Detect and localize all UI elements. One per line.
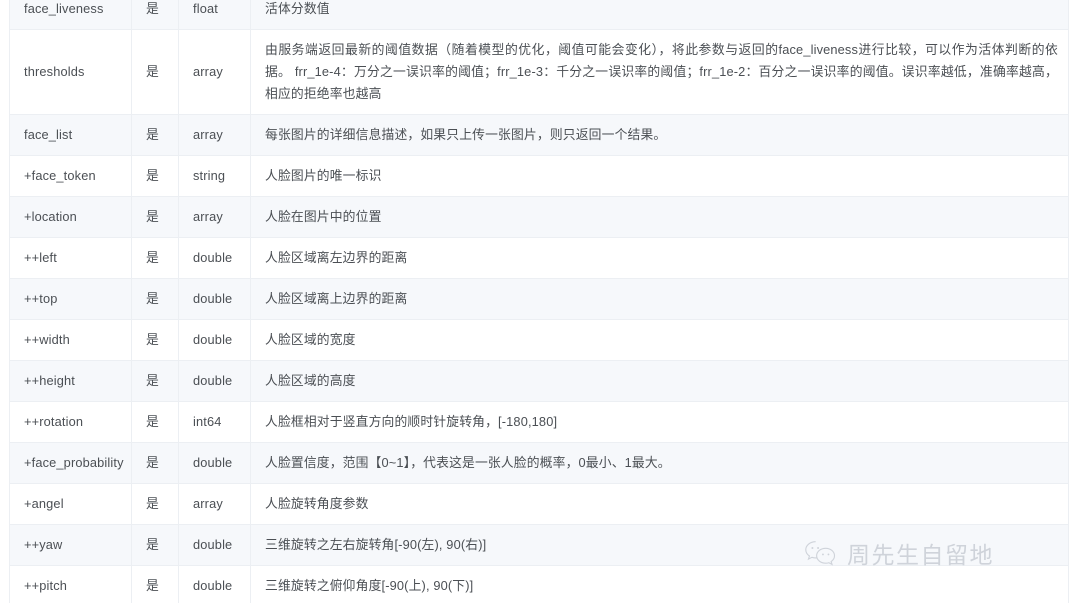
cell-desc: 人脸在图片中的位置 <box>250 196 1069 238</box>
cell-required: 是 <box>131 483 179 525</box>
cell-name: face_list <box>9 114 132 156</box>
cell-type: float <box>178 0 251 30</box>
cell-name: +face_probability <box>9 442 132 484</box>
cell-type: double <box>178 360 251 402</box>
cell-desc: 人脸区域离左边界的距离 <box>250 237 1069 279</box>
cell-required: 是 <box>131 0 179 30</box>
cell-required: 是 <box>131 114 179 156</box>
table-row: thresholds 是 array 由服务端返回最新的阈值数据（随着模型的优化，阈值… <box>9 29 1069 115</box>
cell-name: ++width <box>9 319 132 361</box>
cell-name: face_liveness <box>9 0 132 30</box>
table-row: ++rotation 是 int64 人脸框相对于竖直方向的顺时针旋转角，[-180,… <box>9 401 1069 443</box>
table-row: ++yaw 是 double 三维旋转之左右旋转角[-90(左), 90(右)] <box>9 524 1069 566</box>
cell-desc: 人脸区域的高度 <box>250 360 1069 402</box>
screenshot-root: face_liveness 是 float 活体分数值 thresholds 是 array… <box>0 0 1080 603</box>
cell-required: 是 <box>131 319 179 361</box>
cell-desc: 人脸图片的唯一标识 <box>250 155 1069 197</box>
cell-required: 是 <box>131 360 179 402</box>
cell-desc: 活体分数值 <box>250 0 1069 30</box>
table-row: ++pitch 是 double 三维旋转之俯仰角度[-90(上), 90(下)] <box>9 565 1069 603</box>
table-row: +face_token 是 string 人脸图片的唯一标识 <box>9 155 1069 197</box>
cell-type: double <box>178 237 251 279</box>
cell-required: 是 <box>131 237 179 279</box>
cell-name: ++left <box>9 237 132 279</box>
cell-desc: 三维旋转之左右旋转角[-90(左), 90(右)] <box>250 524 1069 566</box>
table-row: +location 是 array 人脸在图片中的位置 <box>9 196 1069 238</box>
cell-type: double <box>178 524 251 566</box>
cell-desc: 三维旋转之俯仰角度[-90(上), 90(下)] <box>250 565 1069 603</box>
cell-type: array <box>178 29 251 115</box>
parameter-table-body: face_liveness 是 float 活体分数值 thresholds 是 array… <box>9 0 1069 603</box>
table-row: ++height 是 double 人脸区域的高度 <box>9 360 1069 402</box>
cell-required: 是 <box>131 196 179 238</box>
cell-desc: 由服务端返回最新的阈值数据（随着模型的优化，阈值可能会变化），将此参数与返回的f… <box>250 29 1069 115</box>
cell-name: ++yaw <box>9 524 132 566</box>
cell-type: double <box>178 319 251 361</box>
cell-type: double <box>178 278 251 320</box>
cell-desc: 人脸框相对于竖直方向的顺时针旋转角，[-180,180] <box>250 401 1069 443</box>
cell-desc: 人脸置信度，范围【0~1】，代表这是一张人脸的概率，0最小、1最大。 <box>250 442 1069 484</box>
cell-name: +face_token <box>9 155 132 197</box>
cell-name: ++pitch <box>9 565 132 603</box>
table-row: face_list 是 array 每张图片的详细信息描述，如果只上传一张图片，则只返… <box>9 114 1069 156</box>
cell-name: ++rotation <box>9 401 132 443</box>
table-row: +face_probability 是 double 人脸置信度，范围【0~1】，代表… <box>9 442 1069 484</box>
table-row: ++top 是 double 人脸区域离上边界的距离 <box>9 278 1069 320</box>
cell-type: string <box>178 155 251 197</box>
cell-required: 是 <box>131 155 179 197</box>
cell-type: double <box>178 442 251 484</box>
parameter-table-container: face_liveness 是 float 活体分数值 thresholds 是 array… <box>9 0 1069 603</box>
cell-required: 是 <box>131 524 179 566</box>
cell-desc: 人脸区域离上边界的距离 <box>250 278 1069 320</box>
cell-name: ++height <box>9 360 132 402</box>
cell-required: 是 <box>131 565 179 603</box>
table-row: +angel 是 array 人脸旋转角度参数 <box>9 483 1069 525</box>
cell-required: 是 <box>131 442 179 484</box>
table-row: ++left 是 double 人脸区域离左边界的距离 <box>9 237 1069 279</box>
cell-name: thresholds <box>9 29 132 115</box>
cell-required: 是 <box>131 278 179 320</box>
cell-name: +angel <box>9 483 132 525</box>
cell-type: int64 <box>178 401 251 443</box>
table-row: face_liveness 是 float 活体分数值 <box>9 0 1069 30</box>
cell-name: ++top <box>9 278 132 320</box>
cell-type: array <box>178 483 251 525</box>
table-row: ++width 是 double 人脸区域的宽度 <box>9 319 1069 361</box>
cell-desc: 人脸区域的宽度 <box>250 319 1069 361</box>
parameter-table: face_liveness 是 float 活体分数值 thresholds 是 array… <box>9 0 1069 603</box>
cell-type: double <box>178 565 251 603</box>
cell-desc: 每张图片的详细信息描述，如果只上传一张图片，则只返回一个结果。 <box>250 114 1069 156</box>
cell-type: array <box>178 114 251 156</box>
cell-required: 是 <box>131 401 179 443</box>
cell-desc: 人脸旋转角度参数 <box>250 483 1069 525</box>
cell-type: array <box>178 196 251 238</box>
cell-required: 是 <box>131 29 179 115</box>
cell-name: +location <box>9 196 132 238</box>
